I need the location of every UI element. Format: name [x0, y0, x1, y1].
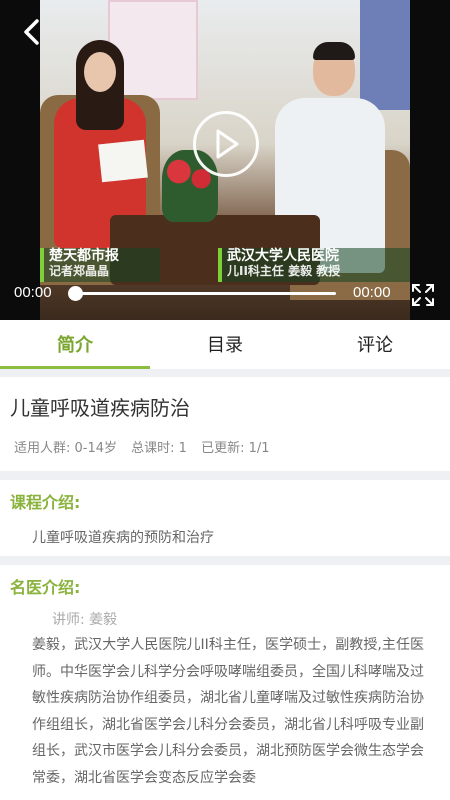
caption-doctor-line2: 儿II科主任 姜毅 教授	[227, 264, 341, 278]
teacher-name: 讲师: 姜毅	[52, 612, 118, 628]
play-icon	[216, 129, 239, 159]
tab-bar: 简介 目录 评论	[0, 320, 450, 368]
current-time: 00:00	[14, 284, 52, 301]
paper-sheet	[98, 139, 148, 183]
fullscreen-button[interactable]	[411, 283, 435, 307]
tab-intro[interactable]: 简介	[0, 320, 150, 368]
doctor-intro-heading: 名医介绍:	[10, 578, 81, 597]
back-button[interactable]	[14, 14, 50, 50]
tab-catalog[interactable]: 目录	[150, 320, 300, 368]
divider	[0, 556, 450, 565]
caption-reporter-line2: 记者郑晶晶	[49, 264, 110, 278]
app-root: 楚天都市报 记者郑晶晶 武汉大学人民医院 儿II科主任 姜毅 教授 00:00 …	[0, 0, 450, 800]
course-updated: 已更新: 1/1	[201, 441, 270, 456]
course-intro-heading: 课程介绍:	[10, 493, 81, 512]
course-total-lessons: 总课时: 1	[131, 441, 187, 456]
course-audience: 适用人群: 0-14岁	[14, 441, 118, 456]
progress-track[interactable]	[76, 292, 336, 295]
caption-reporter-line1: 楚天都市报	[49, 248, 119, 264]
caption-doctor: 武汉大学人民医院 儿II科主任 姜毅 教授	[218, 248, 410, 282]
course-meta: 适用人群: 0-14岁 总课时: 1 已更新: 1/1	[14, 437, 280, 456]
fullscreen-icon	[412, 284, 434, 306]
chevron-left-icon	[24, 19, 39, 45]
divider	[0, 471, 450, 480]
progress-thumb[interactable]	[68, 286, 83, 301]
duration-time: 00:00	[353, 284, 391, 301]
divider	[0, 369, 450, 377]
video-player[interactable]: 楚天都市报 记者郑晶晶 武汉大学人民医院 儿II科主任 姜毅 教授 00:00 …	[0, 0, 450, 320]
doctor-bio: 姜毅，武汉大学人民医院儿II科主任，医学硕士，副教授,主任医师。中华医学会儿科学…	[32, 637, 424, 786]
play-button[interactable]	[193, 111, 259, 177]
caption-doctor-line1: 武汉大学人民医院	[227, 248, 339, 264]
video-controls: 00:00 00:00	[0, 278, 450, 312]
course-title: 儿童呼吸道疾病防治	[10, 396, 190, 420]
course-intro-text: 儿童呼吸道疾病的预防和治疗	[32, 530, 214, 546]
tab-comments[interactable]: 评论	[300, 320, 450, 368]
caption-reporter: 楚天都市报 记者郑晶晶	[40, 248, 160, 282]
